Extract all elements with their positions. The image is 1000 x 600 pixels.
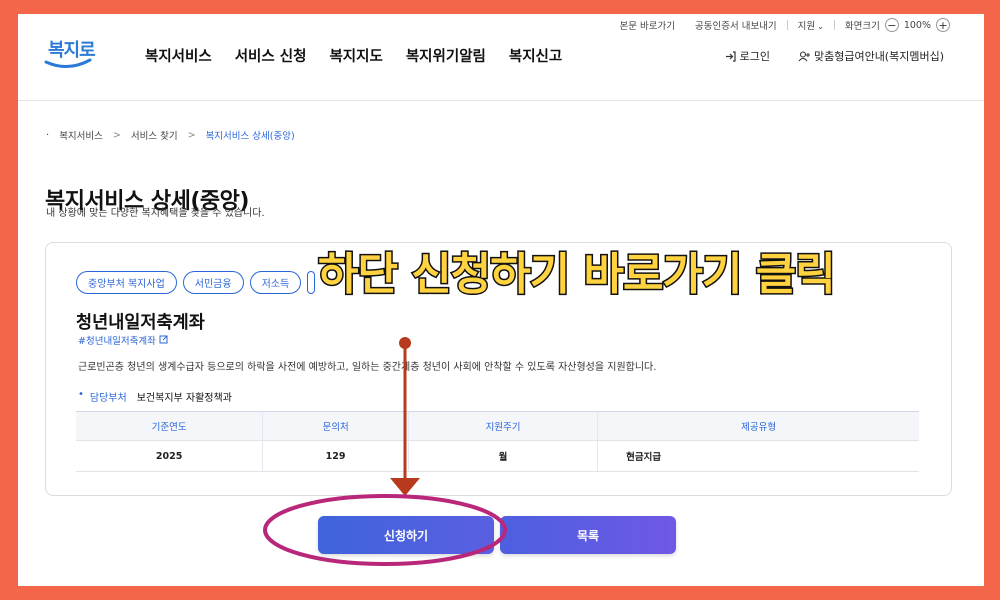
table-header-row: 기준연도 문의처 지원주기 제공유형 [76, 411, 919, 441]
list-button[interactable]: 목록 [500, 516, 676, 554]
page-subtitle: 내 상황에 맞는 다양한 복지혜택을 찾을 수 있습니다. [46, 208, 265, 219]
annotation-headline: 하단 신청하기 바로가기 클릭 [317, 248, 838, 302]
zoom-control: 화면크기 − 100% + [835, 18, 950, 32]
nav-item-service-apply[interactable]: 서비스 신청 [235, 45, 307, 66]
table-header: 제공유형 [597, 411, 919, 441]
service-description: 근로빈곤층 청년의 생계수급자 등으로의 하락을 사전에 예방하고, 일하는 중… [78, 362, 657, 373]
browser-page: 본문 바로가기 공동인증서 내보내기 지원 ⌄ 화면크기 − 100% + 복지로… [18, 14, 984, 586]
skip-to-content-link[interactable]: 본문 바로가기 [610, 18, 685, 32]
bullet-dot: • [78, 389, 84, 400]
nav-item-welfare-report[interactable]: 복지신고 [509, 45, 562, 66]
tag-chip[interactable] [307, 271, 316, 294]
chevron-right-icon: > [187, 129, 196, 141]
department-value: 보건복지부 자활정책과 [136, 393, 232, 404]
logo-wave-icon [44, 58, 92, 68]
region-label: 지원 [797, 21, 816, 32]
header-actions: 로그인 맞춤형급여안내(복지멤버십) [725, 48, 944, 64]
custom-benefit-link[interactable]: 맞춤형급여안내(복지멤버십) [798, 48, 944, 64]
table-cell: 2025 [76, 440, 264, 472]
service-info-table: 기준연도 문의처 지원주기 제공유형 2025 129 월 현금지급 [76, 411, 919, 472]
department-label: 담당부처 [89, 393, 127, 404]
tag-chip[interactable]: 중앙부처 복지사업 [76, 271, 177, 294]
login-icon [725, 50, 736, 62]
site-logo[interactable]: 복지로 [44, 36, 104, 74]
service-title: 청년내일저축계좌 [76, 313, 205, 333]
nav-item-crisis-alert[interactable]: 복지위기알림 [406, 45, 486, 66]
custom-benefit-label: 맞춤형급여안내(복지멤버십) [813, 50, 944, 63]
tag-chip[interactable]: 저소득 [249, 271, 302, 294]
login-label: 로그인 [739, 50, 770, 63]
zoom-value: 100% [903, 19, 931, 31]
apply-button[interactable]: 신청하기 [318, 516, 494, 554]
table-header: 지원주기 [408, 411, 599, 441]
main-nav: 복지서비스 서비스 신청 복지지도 복지위기알림 복지신고 [145, 45, 562, 66]
cert-export-link[interactable]: 공동인증서 내보내기 [685, 18, 787, 32]
login-link[interactable]: 로그인 [725, 48, 770, 64]
utility-bar: 본문 바로가기 공동인증서 내보내기 지원 ⌄ 화면크기 − 100% + [610, 18, 950, 32]
nav-item-welfare-service[interactable]: 복지서비스 [145, 45, 212, 66]
table-row: 2025 129 월 현금지급 [76, 440, 919, 472]
hashtag-text: #청년내일저축계좌 [78, 336, 156, 347]
nav-item-welfare-map[interactable]: 복지지도 [329, 45, 382, 66]
breadcrumb-home-dot: · [46, 129, 50, 141]
header-divider [18, 100, 984, 101]
breadcrumb: · 복지서비스 > 서비스 찾기 > 복지서비스 상세(중앙) [46, 128, 295, 143]
service-hashtag-link[interactable]: #청년내일저축계좌 [78, 333, 168, 347]
breadcrumb-item[interactable]: 서비스 찾기 [131, 128, 178, 142]
chevron-right-icon: > [112, 129, 121, 141]
table-cell: 현금지급 [597, 440, 919, 472]
breadcrumb-current: 복지서비스 상세(중앙) [205, 131, 295, 142]
table-cell: 월 [408, 440, 599, 472]
decor-strip [990, 400, 1000, 510]
screen-size-label: 화면크기 [844, 21, 880, 32]
zoom-out-button[interactable]: − [884, 18, 899, 32]
tag-chip[interactable]: 서민금융 [182, 271, 244, 294]
department-row: • 담당부처 보건복지부 자활정책과 [78, 389, 232, 404]
table-header: 문의처 [262, 411, 409, 441]
chevron-down-icon: ⌄ [817, 22, 824, 31]
breadcrumb-item[interactable]: 복지서비스 [59, 128, 103, 142]
table-header: 기준연도 [76, 411, 264, 441]
table-cell: 129 [262, 440, 409, 472]
zoom-in-button[interactable]: + [936, 18, 950, 32]
external-link-icon [159, 335, 168, 344]
tag-list: 중앙부처 복지사업 서민금융 저소득 [76, 271, 316, 294]
user-plus-icon [798, 50, 810, 61]
region-select[interactable]: 지원 ⌄ [788, 18, 834, 32]
